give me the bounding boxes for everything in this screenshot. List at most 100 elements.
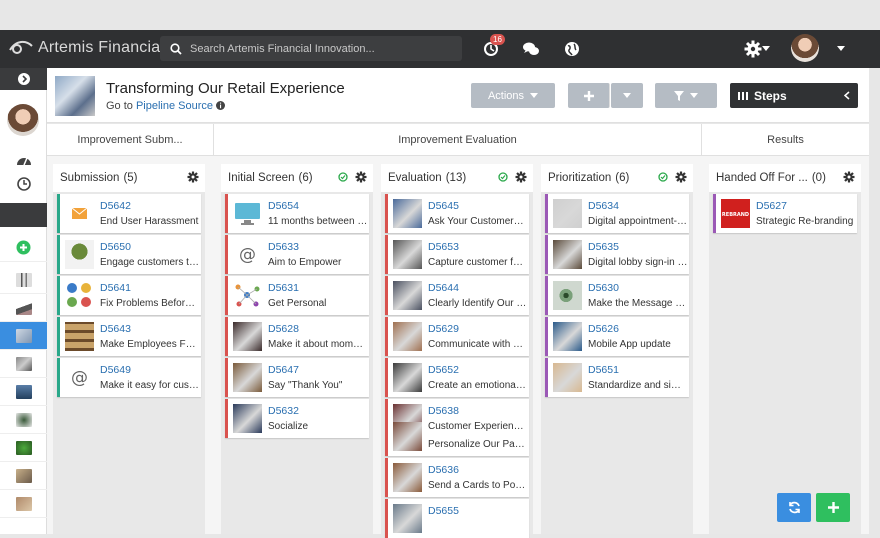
app-logo[interactable]: Artemis Financial [8, 38, 164, 58]
sidebar-item-pipeline-6[interactable] [0, 406, 47, 434]
idea-card[interactable]: @ D5633 Aim to Empower [225, 235, 369, 274]
card-id-link[interactable]: D5652 [428, 364, 459, 376]
goto-prefix: Go to [106, 100, 133, 112]
idea-card[interactable]: D5645 Ask Your Customers Q... [385, 194, 529, 233]
sidebar-avatar[interactable] [7, 104, 39, 136]
card-id-link[interactable]: D5632 [268, 405, 299, 417]
sidebar-item-pipeline-3-active[interactable] [0, 322, 47, 350]
card-id-link[interactable]: D5629 [428, 323, 459, 335]
column-settings-button[interactable] [515, 171, 527, 186]
column-settings-button[interactable] [843, 171, 855, 186]
card-title: Make it easy for custo... [100, 380, 200, 391]
card-id-link[interactable]: D5627 [756, 200, 787, 212]
card-id-link[interactable]: D5631 [268, 282, 299, 294]
idea-card[interactable]: D5641 Fix Problems Before Th... [57, 276, 201, 315]
add-card-button[interactable] [816, 493, 850, 522]
globe-button[interactable] [561, 38, 583, 60]
idea-card[interactable]: D5650 Engage customers thro... [57, 235, 201, 274]
svg-text:@: @ [239, 245, 256, 265]
idea-card[interactable]: D5628 Make it about moments [225, 317, 369, 356]
idea-card[interactable]: REBRAND D5627 Strategic Re-branding [713, 194, 857, 233]
card-id-link[interactable]: D5626 [588, 323, 619, 335]
user-avatar[interactable] [791, 34, 819, 62]
messages-button[interactable] [520, 38, 542, 60]
card-id-link[interactable]: D5641 [100, 282, 131, 294]
sidebar-expand-button[interactable] [0, 68, 47, 90]
idea-card[interactable]: D5638 Customer Experience A... Personalize… [385, 399, 529, 456]
idea-card[interactable]: D5643 Make Employees Famo... [57, 317, 201, 356]
settings-menu[interactable] [740, 38, 774, 60]
idea-card[interactable]: D5629 Communicate with vid... [385, 317, 529, 356]
card-id-link[interactable]: D5653 [428, 241, 459, 253]
idea-card[interactable]: D5630 Make the Message Visu... [545, 276, 689, 315]
kanban-column: Initial Screen (6) D5654 11 months between … [221, 164, 373, 534]
idea-card[interactable]: D5632 Socialize [225, 399, 369, 438]
photo-icon [393, 463, 422, 492]
card-id-link[interactable]: D5650 [100, 241, 131, 253]
photo-icon [393, 322, 422, 351]
sidebar-item-pipeline-5[interactable] [0, 378, 47, 406]
card-id-link[interactable]: D5647 [268, 364, 299, 376]
sidebar-item-dashboard[interactable] [0, 148, 47, 172]
info-icon[interactable] [216, 101, 226, 110]
add-item-button[interactable] [568, 83, 610, 108]
actions-dropdown-button[interactable]: Actions [471, 83, 555, 108]
filter-dropdown-button[interactable] [655, 83, 717, 108]
idea-card[interactable]: D5647 Say "Thank You" [225, 358, 369, 397]
column-status [498, 172, 508, 185]
idea-card[interactable]: D5644 Clearly Identify Our Cu... [385, 276, 529, 315]
column-settings-button[interactable] [675, 171, 687, 186]
column-settings-button[interactable] [187, 171, 199, 186]
idea-card[interactable]: D5636 Send a Cards to Power... [385, 458, 529, 497]
steps-panel-toggle[interactable]: Steps [730, 83, 858, 108]
sidebar-item-history[interactable] [0, 172, 47, 196]
clock-icon [16, 177, 31, 191]
card-id-link[interactable]: D5630 [588, 282, 619, 294]
column-count: (0) [811, 172, 826, 184]
rebrand-icon: REBRAND [721, 199, 750, 228]
card-id-link[interactable]: D5644 [428, 282, 459, 294]
card-id-link[interactable]: D5633 [268, 241, 299, 253]
idea-card[interactable]: D5635 Digital lobby sign-in sy... [545, 235, 689, 274]
sidebar-item-pipeline-9[interactable] [0, 490, 47, 518]
card-id-link[interactable]: D5628 [268, 323, 299, 335]
refresh-button[interactable] [777, 493, 811, 522]
card-id-link[interactable]: D5655 [428, 505, 459, 517]
pipeline-source-link[interactable]: Pipeline Source [136, 100, 213, 112]
idea-card[interactable]: D5626 Mobile App update [545, 317, 689, 356]
sidebar-item-pipeline-1[interactable] [0, 266, 47, 294]
idea-card[interactable]: D5654 11 months between th... [225, 194, 369, 233]
idea-card[interactable]: D5655 [385, 499, 529, 538]
card-id-link[interactable]: D5645 [428, 200, 459, 212]
search-box[interactable] [160, 36, 462, 61]
idea-card[interactable]: D5651 Standardize and simpli... [545, 358, 689, 397]
idea-card[interactable]: D5652 Create an emotional co... [385, 358, 529, 397]
notifications-button[interactable]: 16 [480, 34, 505, 60]
card-id-link[interactable]: D5634 [588, 200, 619, 212]
sidebar-item-pipeline-7[interactable] [0, 434, 47, 462]
card-id-link[interactable]: D5649 [100, 364, 131, 376]
idea-card[interactable]: @ D5649 Make it easy for custo... [57, 358, 201, 397]
user-menu-toggle[interactable] [830, 38, 852, 60]
caret-down-icon [837, 46, 845, 51]
card-id-link[interactable]: D5654 [268, 200, 299, 212]
idea-card[interactable]: D5642 End User Harassment [57, 194, 201, 233]
idea-card[interactable]: D5653 Capture customer feed... [385, 235, 529, 274]
idea-card[interactable]: D5634 Digital appointment-se... [545, 194, 689, 233]
sidebar-item-pipeline-4[interactable] [0, 350, 47, 378]
sidebar-add-button[interactable] [0, 234, 47, 262]
card-id-link[interactable]: D5642 [100, 200, 131, 212]
sidebar-item-pipeline-2[interactable] [0, 294, 47, 322]
card-id-link[interactable]: D5651 [588, 364, 619, 376]
search-input[interactable] [190, 42, 450, 55]
card-id-link[interactable]: D5638 [428, 405, 459, 417]
card-id-link[interactable]: D5636 [428, 464, 459, 476]
column-settings-button[interactable] [355, 171, 367, 186]
sidebar-item-pipeline-8[interactable] [0, 462, 47, 490]
pipeline-source-line: Go to Pipeline Source [106, 100, 226, 112]
card-id-link[interactable]: D5643 [100, 323, 131, 335]
card-id-link[interactable]: D5635 [588, 241, 619, 253]
at-icon: @ [233, 240, 262, 269]
idea-card[interactable]: D5631 Get Personal [225, 276, 369, 315]
add-menu-toggle[interactable] [611, 83, 643, 108]
